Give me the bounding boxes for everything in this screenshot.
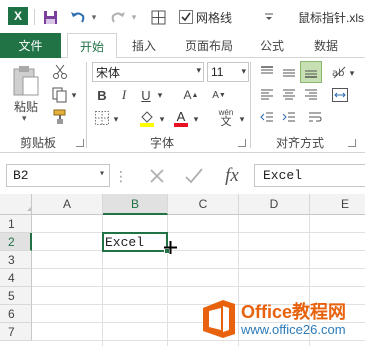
column-header-b[interactable]: B xyxy=(103,194,168,215)
align-right-icon[interactable] xyxy=(302,86,320,104)
format-painter-icon[interactable] xyxy=(50,107,70,127)
group-divider xyxy=(86,62,87,148)
font-size-value: 11 xyxy=(211,65,224,79)
paste-dropdown-icon[interactable]: ▾ xyxy=(22,113,27,124)
tab-page-layout[interactable]: 页面布局 xyxy=(176,33,242,58)
name-box-value: B2 xyxy=(13,168,29,183)
borders-icon[interactable] xyxy=(148,6,168,28)
ribbon: 粘贴 ▾ ▾ 剪贴板 宋体 ▾ 11 ▾ B I U ▾ A ▲ A ▼ ▾ ▾ A… xyxy=(0,58,365,153)
redo-dropdown-icon[interactable]: ▾ xyxy=(129,6,139,28)
watermark: Office教程网 www.office26.com xyxy=(199,292,365,346)
row-header-1[interactable]: 1 xyxy=(0,215,32,233)
tab-formulas[interactable]: 公式 xyxy=(252,33,292,58)
office-logo-icon xyxy=(203,300,235,338)
border-dropdown-icon[interactable]: ▾ xyxy=(112,112,120,126)
font-size-select[interactable]: 11 ▾ xyxy=(207,62,249,82)
column-header-e[interactable]: E xyxy=(310,194,365,215)
align-middle-icon[interactable] xyxy=(280,63,298,81)
font-color-icon[interactable]: A xyxy=(172,108,190,128)
tab-home[interactable]: 开始 xyxy=(67,33,117,59)
align-bottom-icon[interactable] xyxy=(300,61,322,83)
select-all-corner[interactable] xyxy=(0,194,32,215)
increase-indent-icon[interactable] xyxy=(280,108,298,126)
excel-logo-icon: X xyxy=(8,7,28,25)
alignment-launcher-icon[interactable] xyxy=(348,139,356,147)
title-bar: X ▾ ▾ 网格线 鼠标指针.xls xyxy=(0,0,365,33)
row-header-4[interactable]: 4 xyxy=(0,269,32,287)
font-name-value: 宋体 xyxy=(96,65,121,80)
underline-icon[interactable]: U xyxy=(138,86,154,104)
align-center-icon[interactable] xyxy=(280,86,298,104)
align-top-icon[interactable] xyxy=(258,63,276,81)
undo-icon[interactable] xyxy=(68,6,88,28)
row-header-3[interactable]: 3 xyxy=(0,251,32,269)
undo-dropdown-icon[interactable]: ▾ xyxy=(89,6,99,28)
divider xyxy=(34,9,35,25)
name-box[interactable]: B2 ▾ xyxy=(6,164,110,187)
chevron-down-icon: ▾ xyxy=(241,66,246,76)
merge-center-icon[interactable] xyxy=(330,86,350,104)
cancel-icon[interactable] xyxy=(146,165,168,187)
orientation-icon[interactable]: ab xyxy=(330,63,348,81)
chevron-down-icon: ▾ xyxy=(98,169,105,180)
clipboard-group-label: 剪贴板 xyxy=(20,136,57,150)
font-launcher-icon[interactable] xyxy=(238,139,246,147)
alignment-group-label: 对齐方式 xyxy=(276,136,325,150)
watermark-name: Office教程网 xyxy=(241,302,347,322)
cut-icon[interactable] xyxy=(50,62,70,82)
copy-dropdown-icon[interactable]: ▾ xyxy=(70,88,78,102)
tab-file[interactable]: 文件 xyxy=(0,33,61,58)
gridline xyxy=(32,286,365,287)
wrap-text-icon[interactable] xyxy=(306,108,324,126)
decrease-font-icon[interactable]: A ▼ xyxy=(210,86,228,104)
crosshair-cursor-icon xyxy=(164,241,177,254)
clipboard-launcher-icon[interactable] xyxy=(76,139,84,147)
phonetic-icon[interactable]: wén 文 xyxy=(214,108,238,128)
copy-icon[interactable] xyxy=(50,85,70,105)
column-header-d[interactable]: D xyxy=(239,194,310,215)
window-title: 鼠标指针.xls xyxy=(298,11,365,25)
decrease-indent-icon[interactable] xyxy=(258,108,276,126)
gridline xyxy=(32,250,365,251)
italic-icon[interactable]: I xyxy=(116,86,132,104)
fill-color-icon[interactable] xyxy=(138,108,156,128)
formula-bar: B2 ▾ ⋮ fx Excel xyxy=(0,160,365,190)
font-name-select[interactable]: 宋体 ▾ xyxy=(92,62,204,82)
bold-icon[interactable]: B xyxy=(94,86,110,104)
underline-dropdown-icon[interactable]: ▾ xyxy=(156,88,164,102)
gridlines-checkbox[interactable] xyxy=(178,6,194,28)
chevron-down-icon: ▾ xyxy=(196,66,201,76)
align-left-icon[interactable] xyxy=(258,86,276,104)
orientation-dropdown-icon[interactable]: ▾ xyxy=(348,66,356,80)
fill-dropdown-icon[interactable]: ▾ xyxy=(158,112,166,126)
row-header-5[interactable]: 5 xyxy=(0,287,32,305)
group-divider xyxy=(250,62,251,148)
save-icon[interactable] xyxy=(40,6,60,28)
gridlines-label: 网格线 xyxy=(196,10,233,25)
ribbon-tabs: 文件 开始 插入 页面布局 公式 数据 xyxy=(0,33,365,59)
watermark-url: www.office26.com xyxy=(241,322,346,337)
font-color-dropdown-icon[interactable]: ▾ xyxy=(192,112,200,126)
customize-toolbar-icon[interactable] xyxy=(262,6,276,28)
formula-input[interactable]: Excel xyxy=(254,164,365,187)
tab-insert[interactable]: 插入 xyxy=(124,33,164,58)
font-group-label: 字体 xyxy=(150,136,175,150)
row-header-2[interactable]: 2 xyxy=(0,233,32,251)
formula-bar-resize-icon[interactable]: ⋮ xyxy=(114,166,128,186)
column-header-a[interactable]: A xyxy=(32,194,103,215)
paste-icon[interactable] xyxy=(10,64,42,98)
gridline xyxy=(32,232,365,233)
redo-icon[interactable] xyxy=(108,6,128,28)
enter-icon[interactable] xyxy=(183,165,205,187)
phonetic-dropdown-icon[interactable]: ▾ xyxy=(238,112,246,126)
column-header-c[interactable]: C xyxy=(168,194,239,215)
row-header-7[interactable]: 7 xyxy=(0,323,32,341)
insert-function-icon[interactable]: fx xyxy=(218,163,246,189)
tab-data[interactable]: 数据 xyxy=(306,33,346,58)
gridline xyxy=(32,268,365,269)
border-style-icon[interactable] xyxy=(94,110,110,126)
row-header-6[interactable]: 6 xyxy=(0,305,32,323)
active-cell-b2[interactable]: Excel xyxy=(102,232,168,252)
increase-font-icon[interactable]: A ▲ xyxy=(182,86,200,104)
